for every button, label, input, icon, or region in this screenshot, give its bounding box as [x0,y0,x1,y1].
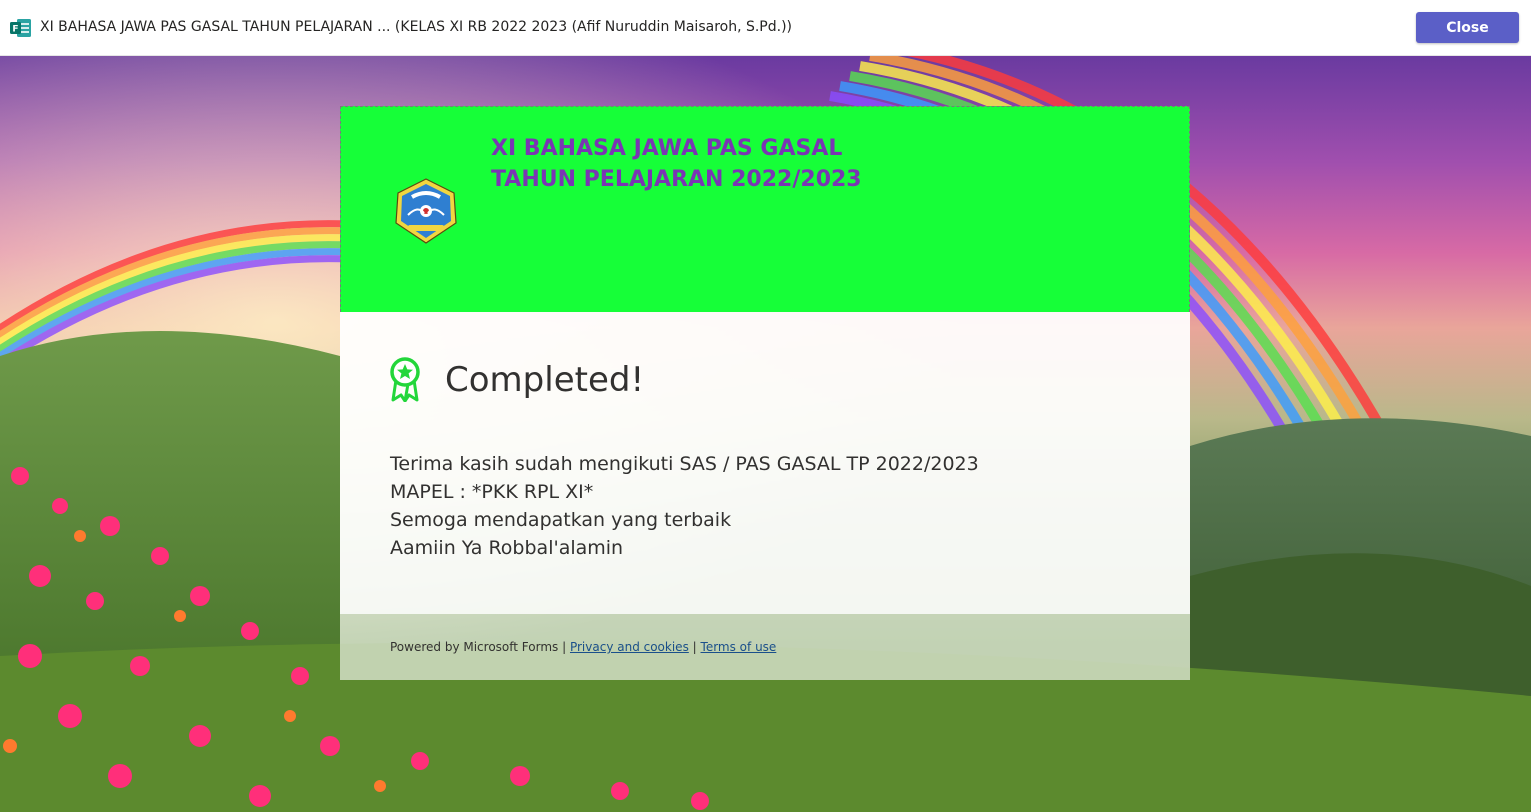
terms-link[interactable]: Terms of use [701,640,777,654]
window-title-bar: F XI BAHASA JAWA PAS GASAL TAHUN PELAJAR… [0,0,1531,56]
completed-heading: Completed! [445,360,645,400]
school-emblem-icon [395,178,457,244]
message-line-2: MAPEL : *PKK RPL XI* [390,481,594,503]
close-button[interactable]: Close [1416,12,1519,43]
award-ribbon-icon [390,357,420,402]
svg-text:F: F [12,25,18,35]
form-title: XI BAHASA JAWA PAS GASAL TAHUN PELAJARAN… [491,133,1091,195]
footer-separator: | [692,640,697,654]
window-title: XI BAHASA JAWA PAS GASAL TAHUN PELAJARAN… [40,19,793,35]
completion-panel: Completed! Terima kasih sudah mengikuti … [340,312,1190,614]
message-line-4: Aamiin Ya Robbal'alamin [390,537,624,559]
footer-text: Powered by Microsoft Forms | Privacy and… [390,640,776,654]
form-footer: Powered by Microsoft Forms | Privacy and… [340,614,1190,680]
form-title-line-2: TAHUN PELAJARAN 2022/2023 [491,167,862,192]
powered-by-text: Powered by Microsoft Forms | [390,640,567,654]
form-card: XI BAHASA JAWA PAS GASAL TAHUN PELAJARAN… [340,106,1190,680]
message-line-3: Semoga mendapatkan yang terbaik [390,509,732,531]
completion-message: Terima kasih sudah mengikuti SAS / PAS G… [390,450,979,562]
privacy-link[interactable]: Privacy and cookies [570,640,689,654]
message-line-1: Terima kasih sudah mengikuti SAS / PAS G… [390,453,979,475]
microsoft-forms-icon: F [10,19,31,37]
form-header: XI BAHASA JAWA PAS GASAL TAHUN PELAJARAN… [340,106,1190,312]
form-title-line-1: XI BAHASA JAWA PAS GASAL [491,136,843,161]
